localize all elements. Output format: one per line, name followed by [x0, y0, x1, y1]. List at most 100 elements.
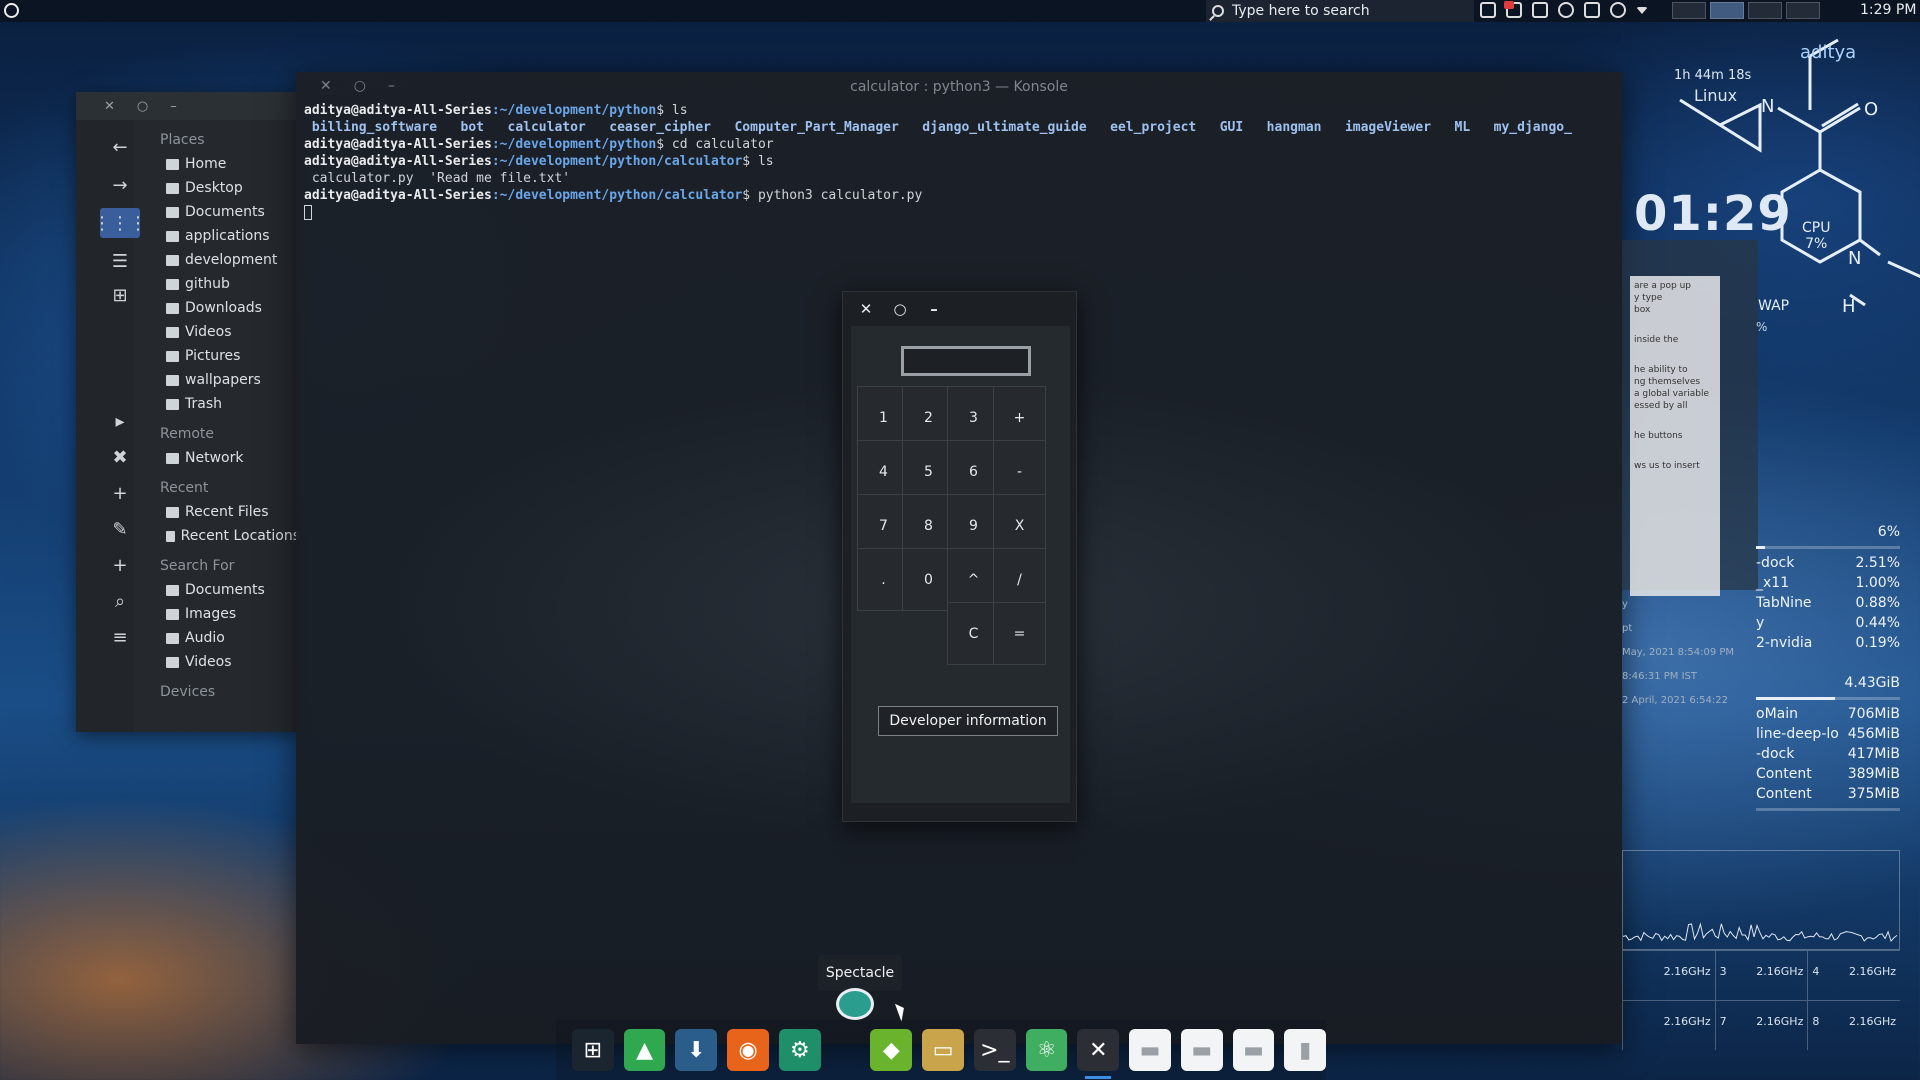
places-item-label: Images: [185, 606, 237, 622]
calc-key[interactable]: =: [993, 602, 1046, 665]
tree-view-icon[interactable]: ⊞: [100, 280, 140, 310]
launcher-icon[interactable]: [4, 3, 19, 18]
spectacle-icon[interactable]: [836, 988, 874, 1020]
places-item[interactable]: Home: [160, 152, 300, 176]
core-label: 7: [1719, 1015, 1727, 1028]
archive-manager-icon[interactable]: ▭: [922, 1029, 964, 1071]
places-item[interactable]: Documents: [160, 200, 300, 224]
places-item[interactable]: Desktop: [160, 176, 300, 200]
cpu-readout: CPU 7%: [1802, 220, 1830, 252]
core-cell: 2.16GHz: [1622, 1001, 1715, 1050]
edit-icon[interactable]: ✎: [100, 514, 140, 544]
folder-icon: [166, 206, 179, 218]
nvidia-icon[interactable]: ◆: [870, 1029, 913, 1071]
places-item[interactable]: applications: [160, 224, 300, 248]
maximize-icon[interactable]: ○: [137, 99, 148, 114]
calculator-window: ✕ ○ – 1 2 3 +4 5 6-7 8 9 X. 0 ^ / C = Developer infor…: [842, 291, 1077, 822]
pager-desktop-4[interactable]: [1786, 2, 1820, 19]
folder-icon[interactable]: ▬: [1129, 1029, 1171, 1071]
close-icon[interactable]: ✕: [857, 300, 875, 318]
places-item-label: github: [185, 276, 230, 292]
volume-icon[interactable]: [1558, 2, 1574, 18]
terminal-line: aditya@aditya-All-Series:~/development/p…: [304, 136, 1614, 153]
usb-icon[interactable]: [1584, 2, 1600, 18]
process-name: Content: [1756, 766, 1812, 782]
folder-icon: [166, 584, 179, 596]
minimize-icon[interactable]: –: [925, 300, 943, 318]
delete-icon[interactable]: ✖: [100, 442, 140, 472]
folder-icon[interactable]: ▬: [1180, 1029, 1223, 1071]
task-view-icon[interactable]: [1480, 2, 1496, 18]
core-cell: 4 2.16GHz: [1807, 951, 1900, 1000]
menu-icon[interactable]: ≡: [100, 622, 140, 652]
prompt-path: :~/development/python/calculator: [491, 188, 743, 203]
places-item[interactable]: Videos: [160, 320, 300, 344]
close-icon[interactable]: ✕: [104, 99, 115, 114]
places-item[interactable]: Network: [160, 446, 300, 470]
places-item[interactable]: Videos: [160, 650, 300, 674]
software-store-icon[interactable]: ⬇: [675, 1029, 718, 1071]
folder-icon: [166, 254, 179, 266]
clipboard-icon[interactable]: [1532, 2, 1548, 18]
places-item[interactable]: Audio: [160, 626, 300, 650]
folder-icon[interactable]: ▬: [1232, 1029, 1275, 1071]
forward-icon[interactable]: →: [100, 170, 140, 200]
new-file-icon[interactable]: +: [100, 478, 140, 508]
search-icon[interactable]: ⌕: [100, 586, 140, 616]
atom-icon[interactable]: ⚛: [1025, 1029, 1068, 1071]
places-item[interactable]: Downloads: [160, 296, 300, 320]
maximize-icon[interactable]: ○: [891, 300, 909, 318]
pager-desktop-3[interactable]: [1748, 2, 1782, 19]
folder-icon: [166, 182, 179, 194]
prompt-user: aditya@aditya-All-Series: [304, 188, 492, 203]
file-manager-window: ✕ ○ – ← → ⋮⋮⋮ ☰ ⊞ ▸ ✖ + ✎ + ⌕ ≡ Places Ho…: [76, 92, 300, 732]
panel-clock[interactable]: 1:29 PM: [1860, 2, 1916, 18]
core-cell: 2.16GHz: [1622, 951, 1715, 1000]
app-grid-icon[interactable]: ⊞: [572, 1029, 614, 1071]
places-item[interactable]: Documents: [160, 578, 300, 602]
usb-imager-icon[interactable]: ⚙: [778, 1029, 821, 1071]
notification-icon[interactable]: [1504, 1, 1522, 18]
places-item[interactable]: Recent Files: [160, 500, 300, 524]
calc-display[interactable]: [901, 346, 1031, 376]
places-item[interactable]: wallpapers: [160, 368, 300, 392]
places-item[interactable]: development: [160, 248, 300, 272]
xorg-icon[interactable]: ✕: [1077, 1029, 1120, 1079]
core-frequency: 2.16GHz: [1756, 1015, 1804, 1028]
close-icon[interactable]: ✕: [320, 78, 332, 94]
maximize-icon[interactable]: ○: [354, 78, 366, 94]
developer-info-button[interactable]: Developer information: [878, 706, 1058, 736]
places-item-label: Downloads: [185, 300, 262, 316]
places-item-label: Recent Locations: [180, 528, 300, 544]
places-item[interactable]: Images: [160, 602, 300, 626]
chevron-down-icon[interactable]: [1636, 6, 1648, 14]
places-item[interactable]: Pictures: [160, 344, 300, 368]
minimize-icon[interactable]: –: [388, 78, 395, 94]
terminal-icon[interactable]: >_: [973, 1029, 1016, 1071]
atom-n-label: N: [1761, 96, 1774, 117]
firefox-icon[interactable]: ◉: [727, 1029, 769, 1071]
system-monitor-icon[interactable]: ▲: [623, 1029, 666, 1071]
trash-icon[interactable]: ▮: [1284, 1029, 1327, 1071]
search-input[interactable]: Type here to search: [1206, 0, 1474, 22]
terminal-output[interactable]: aditya@aditya-All-Series:~/development/p…: [304, 102, 1614, 221]
terminal-panel-icon[interactable]: ▸: [100, 406, 140, 436]
places-item[interactable]: Trash: [160, 392, 300, 416]
places-item[interactable]: github: [160, 272, 300, 296]
pager-desktop-2[interactable]: [1710, 2, 1744, 19]
details-view-icon[interactable]: ☰: [100, 246, 140, 276]
places-item-label: Desktop: [185, 180, 243, 196]
minimize-icon[interactable]: –: [170, 99, 177, 114]
fm-section-title: Places: [160, 132, 205, 148]
core-label: 3: [1719, 965, 1727, 978]
new-folder-icon[interactable]: +: [100, 550, 140, 580]
icons-view-icon[interactable]: ⋮⋮⋮: [93, 208, 147, 238]
pager-desktop-1[interactable]: [1672, 2, 1706, 19]
places-item-label: Videos: [185, 654, 232, 670]
places-item-label: Recent Files: [185, 504, 269, 520]
wifi-icon[interactable]: [1610, 2, 1626, 18]
process-value: 0.44%: [1855, 615, 1900, 631]
places-item[interactable]: Recent Locations: [160, 524, 300, 548]
back-icon[interactable]: ←: [100, 132, 140, 162]
core-cell: 8 2.16GHz: [1807, 1001, 1900, 1050]
